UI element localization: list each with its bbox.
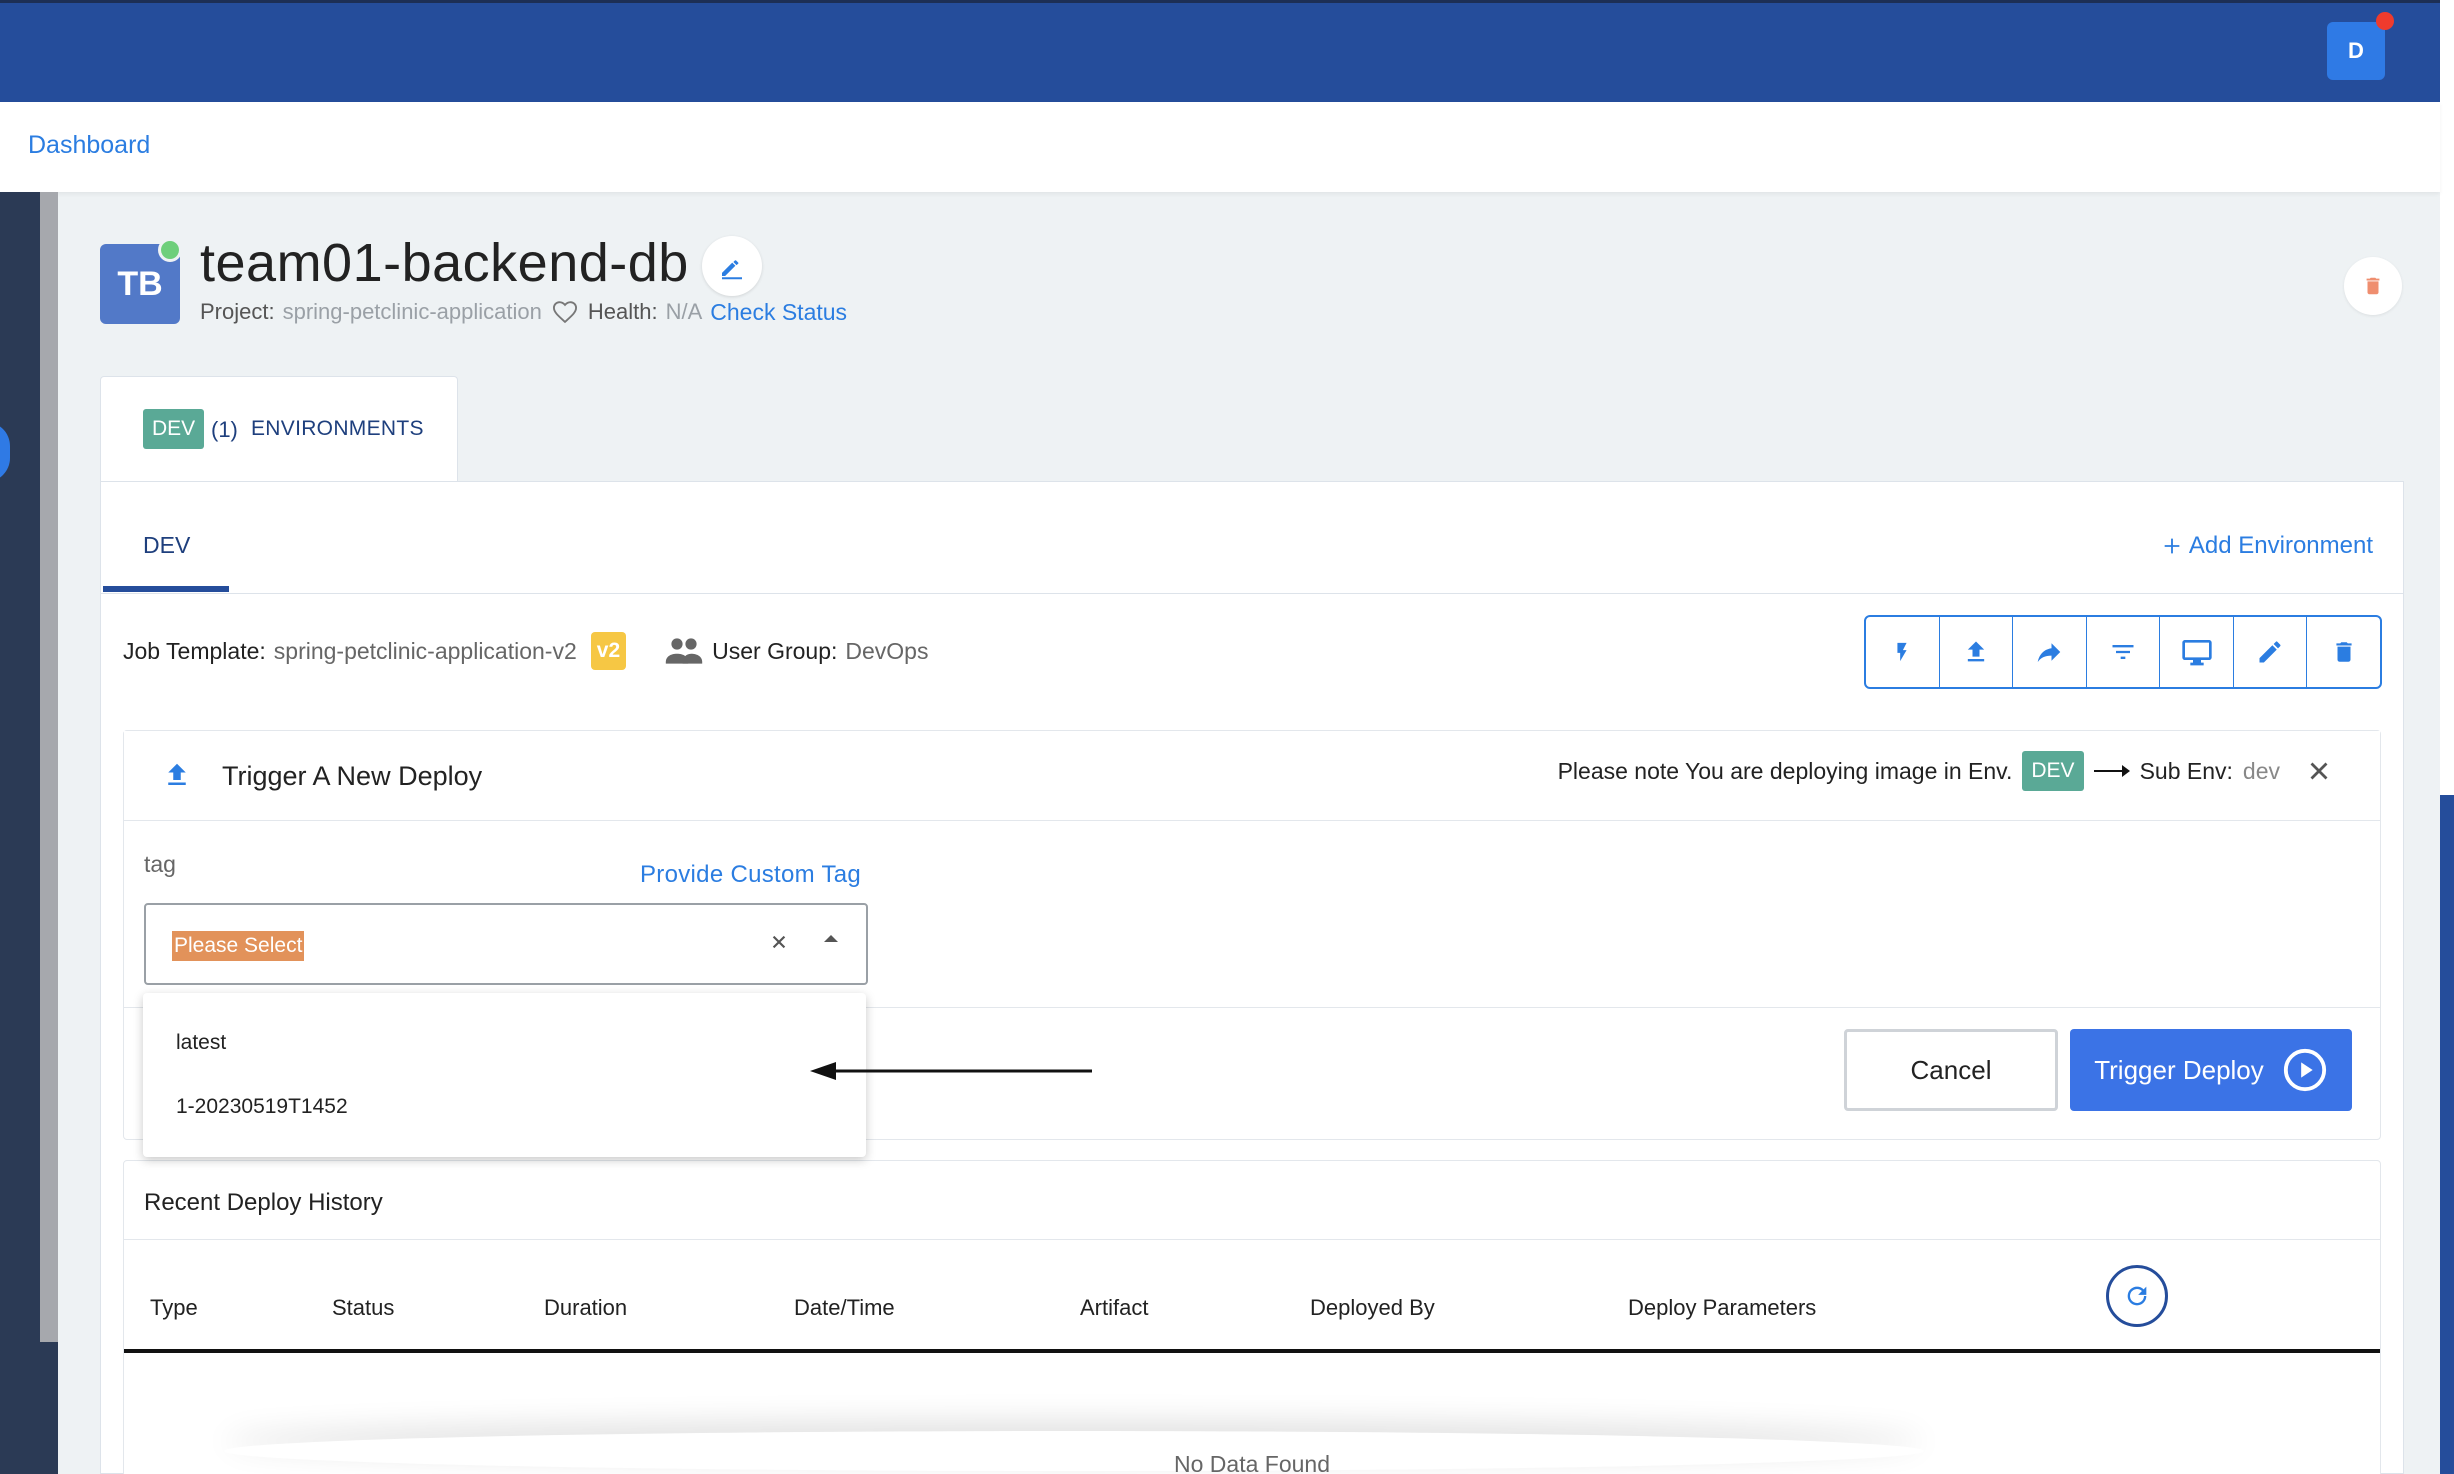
upload-icon bbox=[162, 759, 192, 796]
divider bbox=[124, 1239, 2380, 1240]
delete-icon bbox=[2336, 642, 2352, 662]
column-header-type: Type bbox=[150, 1295, 198, 1320]
heart-icon[interactable] bbox=[550, 298, 580, 326]
delete-env-button[interactable] bbox=[2307, 617, 2380, 687]
user-group-icon bbox=[664, 637, 704, 665]
monitor-button[interactable] bbox=[2160, 617, 2234, 687]
pencil-icon bbox=[722, 260, 742, 280]
service-meta: Project: spring-petclinic-application He… bbox=[200, 298, 847, 326]
column-header-deploy-parameters: Deploy Parameters bbox=[1628, 1295, 1817, 1320]
plus-icon bbox=[2164, 538, 2180, 554]
tag-select[interactable]: Please Select bbox=[144, 903, 868, 985]
arrow-right-icon bbox=[2093, 765, 2130, 777]
column-header-deployed-by: Deployed By bbox=[1310, 1295, 1435, 1320]
share-icon bbox=[2038, 643, 2061, 662]
deploy-history-card: Recent Deploy History Type Status Durati… bbox=[123, 1160, 2381, 1474]
job-template-value: spring-petclinic-application-v2 bbox=[273, 637, 577, 664]
annotation-arrow bbox=[810, 1062, 1092, 1080]
env-tab-label: ENVIRONMENTS bbox=[251, 417, 424, 440]
deploy-card-header: Trigger A New Deploy Please note You are… bbox=[124, 731, 2380, 821]
dropdown-option[interactable]: 1-20230519T1452 bbox=[176, 1095, 348, 1119]
action-toolbar bbox=[1864, 615, 2382, 689]
right-scroll-bar[interactable] bbox=[2440, 795, 2454, 1474]
upload-icon bbox=[1967, 641, 1985, 662]
build-button[interactable] bbox=[1866, 617, 1940, 687]
trash-icon bbox=[2366, 277, 2380, 295]
health-value: N/A bbox=[665, 299, 703, 324]
history-title: Recent Deploy History bbox=[144, 1189, 383, 1216]
clear-icon[interactable] bbox=[766, 929, 792, 960]
check-status-link[interactable]: Check Status bbox=[710, 299, 847, 326]
notification-dot bbox=[2376, 12, 2394, 30]
sidebar-scrollbar[interactable] bbox=[40, 192, 58, 1342]
filter-button[interactable] bbox=[2087, 617, 2161, 687]
trigger-deploy-label: Trigger Deploy bbox=[2094, 1054, 2264, 1085]
table-header-divider bbox=[124, 1349, 2380, 1353]
filter-icon bbox=[2112, 645, 2134, 659]
monitor-icon bbox=[2181, 640, 2212, 666]
add-environment-link[interactable]: Add Environment bbox=[2161, 532, 2373, 560]
deploy-note-text: Please note You are deploying image in E… bbox=[1557, 757, 2013, 784]
env-count: (1) bbox=[211, 417, 238, 442]
tab-environments[interactable]: DEV (1) ENVIRONMENTS bbox=[100, 376, 458, 482]
close-icon[interactable] bbox=[2304, 756, 2334, 786]
page-title: team01-backend-db bbox=[200, 233, 689, 293]
environment-panel: DEV Add Environment Job Template: spring… bbox=[100, 481, 2404, 1474]
empty-state: No Data Found bbox=[1174, 1451, 1330, 1474]
health-label: Health: bbox=[587, 299, 658, 324]
breadcrumb-dashboard-link[interactable]: Dashboard bbox=[28, 131, 150, 160]
deploy-env-note: Please note You are deploying image in E… bbox=[1558, 751, 2334, 791]
left-sidebar bbox=[0, 192, 58, 1474]
job-info-row: Job Template: spring-petclinic-applicati… bbox=[123, 632, 928, 670]
trigger-deploy-button[interactable]: Trigger Deploy bbox=[2070, 1029, 2352, 1111]
provide-custom-tag-link[interactable]: Provide Custom Tag bbox=[640, 861, 861, 889]
add-environment-label: Add Environment bbox=[2188, 532, 2373, 559]
column-header-status: Status bbox=[332, 1295, 395, 1320]
column-header-artifact: Artifact bbox=[1080, 1295, 1149, 1320]
env-badge-dev: DEV bbox=[2022, 751, 2084, 791]
deploy-card-title: Trigger A New Deploy bbox=[222, 761, 483, 791]
caret-up-icon[interactable] bbox=[824, 935, 838, 942]
project-value: spring-petclinic-application bbox=[282, 299, 542, 324]
user-group-label: User Group: bbox=[712, 637, 838, 664]
play-circle-icon bbox=[2283, 1048, 2326, 1092]
dropdown-option[interactable]: latest bbox=[176, 1031, 226, 1055]
online-status-dot bbox=[158, 238, 182, 262]
sub-env-label: Sub Env: bbox=[2139, 757, 2233, 784]
user-group-value: DevOps bbox=[845, 637, 929, 664]
flash-icon bbox=[1897, 642, 1907, 662]
sub-env-value: dev bbox=[2242, 757, 2280, 784]
edit-service-button[interactable] bbox=[702, 236, 762, 296]
top-navbar bbox=[0, 0, 2454, 102]
refresh-icon bbox=[2127, 1286, 2147, 1306]
delete-service-button[interactable] bbox=[2344, 257, 2402, 315]
column-header-duration: Duration bbox=[544, 1295, 628, 1320]
env-badge-dev: DEV bbox=[143, 409, 205, 449]
deploy-button[interactable] bbox=[1940, 617, 2014, 687]
subtab-row: DEV Add Environment bbox=[101, 482, 2403, 594]
project-label: Project: bbox=[200, 299, 275, 324]
version-badge: v2 bbox=[590, 632, 627, 670]
column-header-datetime: Date/Time bbox=[794, 1295, 895, 1320]
user-avatar[interactable]: D bbox=[2327, 22, 2385, 80]
cancel-button[interactable]: Cancel bbox=[1844, 1029, 2058, 1111]
promote-button[interactable] bbox=[2013, 617, 2087, 687]
edit-icon bbox=[2259, 641, 2281, 663]
edit-env-button[interactable] bbox=[2234, 617, 2308, 687]
tag-label: tag bbox=[144, 851, 176, 877]
tab-dev[interactable]: DEV bbox=[143, 532, 190, 559]
active-tab-indicator bbox=[103, 586, 229, 592]
tag-dropdown-menu: latest 1-20230519T1452 bbox=[143, 993, 866, 1157]
job-template-label: Job Template: bbox=[123, 637, 266, 664]
refresh-button[interactable] bbox=[2106, 1265, 2168, 1327]
select-placeholder: Please Select bbox=[172, 931, 305, 961]
sidebar-toggle[interactable] bbox=[0, 422, 10, 482]
breadcrumb-bar: Dashboard bbox=[0, 102, 2440, 192]
